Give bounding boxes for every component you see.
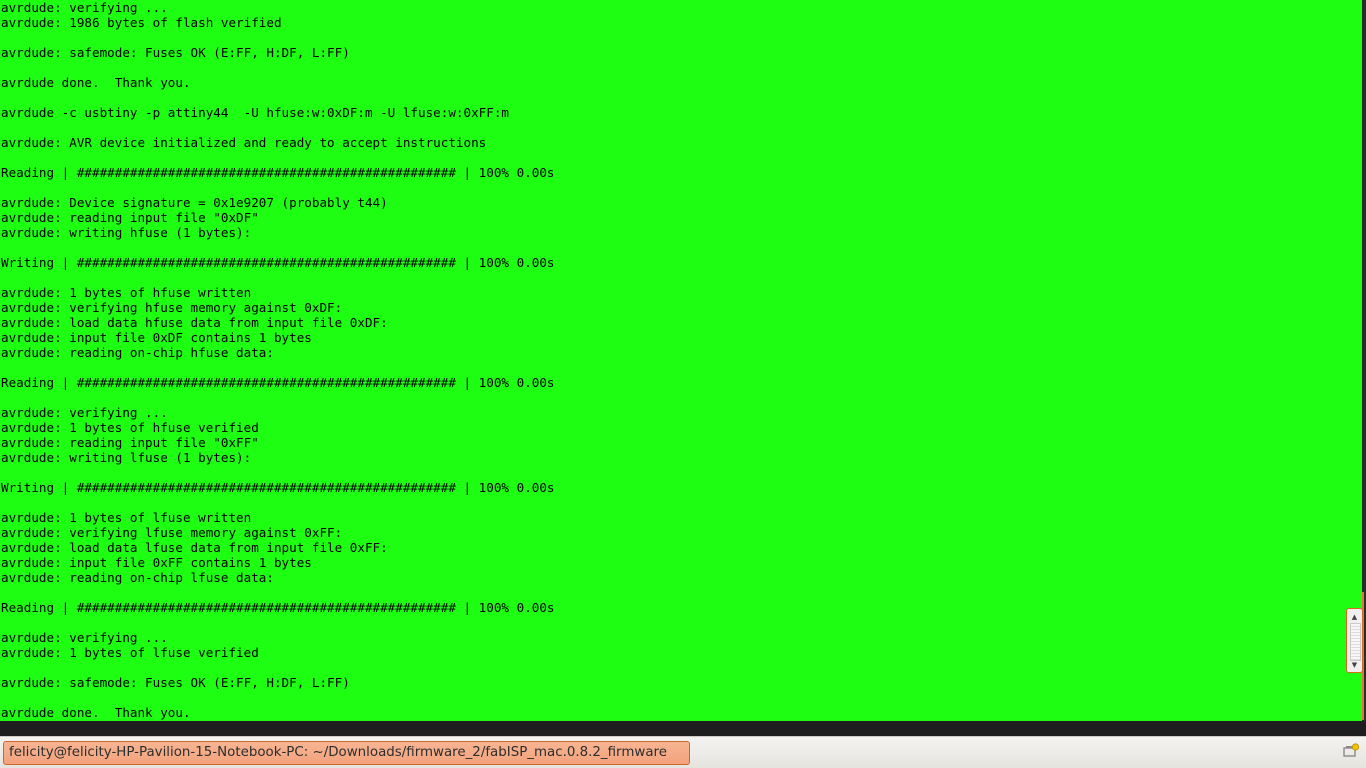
terminal-line: avrdude: verifying ... [1, 0, 168, 15]
terminal-line: avrdude: 1 bytes of lfuse written [1, 510, 252, 525]
terminal-line: avrdude: verifying hfuse memory against … [1, 300, 343, 315]
scrollbar-thumb[interactable] [1350, 623, 1361, 661]
terminal-line: avrdude: safemode: Fuses OK (E:FF, H:DF,… [1, 45, 350, 60]
terminal-line: avrdude: verifying ... [1, 630, 168, 645]
terminal-line: avrdude: verifying ... [1, 405, 168, 420]
terminal-line: avrdude: 1986 bytes of flash verified [1, 15, 282, 30]
terminal-window[interactable]: avrdude: verifying ... avrdude: 1986 byte… [0, 0, 1362, 721]
terminal-line: avrdude: reading input file "0xFF" [1, 435, 259, 450]
terminal-scrollbar[interactable]: ▲ ▼ [1346, 608, 1363, 673]
terminal-line: Writing | ##############################… [1, 480, 555, 495]
terminal-line: avrdude: 1 bytes of hfuse written [1, 285, 252, 300]
terminal-line: avrdude: writing hfuse (1 bytes): [1, 225, 252, 240]
terminal-line: avrdude done. Thank you. [1, 75, 191, 90]
terminal-output: avrdude: verifying ... avrdude: 1986 byte… [1, 0, 555, 720]
terminal-line: avrdude: load data hfuse data from input… [1, 315, 388, 330]
scroll-down-arrow-icon[interactable]: ▼ [1347, 659, 1362, 671]
scroll-up-arrow-icon[interactable]: ▲ [1347, 611, 1362, 623]
terminal-line: avrdude done. Thank you. [1, 705, 191, 720]
terminal-line: avrdude: safemode: Fuses OK (E:FF, H:DF,… [1, 675, 350, 690]
taskbar: felicity@felicity-HP-Pavilion-15-Noteboo… [0, 736, 1366, 768]
terminal-line: avrdude: reading input file "0xDF" [1, 210, 259, 225]
terminal-line: Reading | ##############################… [1, 165, 555, 180]
terminal-line: avrdude -c usbtiny -p attiny44 -U hfuse:… [1, 105, 509, 120]
terminal-line: avrdude: load data lfuse data from input… [1, 540, 388, 555]
terminal-line: avrdude: verifying lfuse memory against … [1, 525, 343, 540]
terminal-line: avrdude: Device signature = 0x1e9207 (pr… [1, 195, 388, 210]
terminal-line: avrdude: reading on-chip lfuse data: [1, 570, 274, 585]
terminal-line: avrdude: 1 bytes of hfuse verified [1, 420, 259, 435]
notification-tray-icon[interactable] [1342, 742, 1360, 760]
terminal-line: avrdude: writing lfuse (1 bytes): [1, 450, 252, 465]
terminal-line: avrdude: input file 0xDF contains 1 byte… [1, 330, 312, 345]
terminal-line: avrdude: reading on-chip hfuse data: [1, 345, 274, 360]
taskbar-window-button[interactable]: felicity@felicity-HP-Pavilion-15-Noteboo… [3, 741, 690, 765]
terminal-line: Writing | ##############################… [1, 255, 555, 270]
terminal-line: Reading | ##############################… [1, 600, 555, 615]
terminal-line: avrdude: 1 bytes of lfuse verified [1, 645, 259, 660]
terminal-line: avrdude: input file 0xFF contains 1 byte… [1, 555, 312, 570]
terminal-line: avrdude: AVR device initialized and read… [1, 135, 487, 150]
terminal-bottom-border [0, 721, 1366, 736]
terminal-line: Reading | ##############################… [1, 375, 555, 390]
